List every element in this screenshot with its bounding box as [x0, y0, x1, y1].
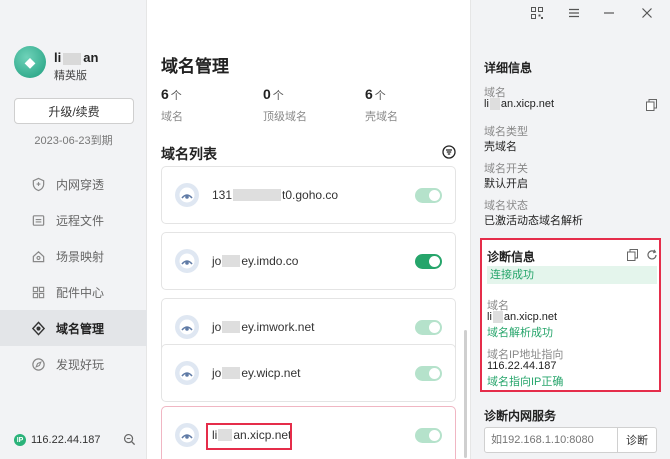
home-icon: [30, 248, 46, 264]
sidebar-item-scene-mapping[interactable]: 场景映射: [0, 238, 147, 274]
detail-switch-value: 默认开启: [484, 178, 528, 190]
domain-globe-icon: [175, 315, 199, 339]
domain-card[interactable]: jo ey.wicp.net: [161, 344, 456, 402]
diagnosis-ip-value: 116.22.44.187: [487, 360, 557, 372]
redaction-mask: [492, 311, 503, 323]
close-icon[interactable]: [641, 7, 653, 22]
logo-glyph: ◆: [24, 53, 36, 70]
intranet-address-input[interactable]: [484, 427, 618, 453]
search-zoom-icon[interactable]: [123, 433, 136, 449]
refresh-icon[interactable]: [646, 249, 658, 264]
expire-date: 2023-06-23到期: [34, 135, 113, 147]
app-logo: ◆: [14, 46, 46, 78]
redaction-mask: [63, 52, 82, 65]
public-ip-value: 116.22.44.187: [31, 434, 101, 446]
filter-icon[interactable]: [442, 145, 456, 162]
domain-name: 131 t0.goho.co: [212, 188, 339, 202]
domain-card[interactable]: 131 t0.goho.co: [161, 166, 456, 224]
copy-icon[interactable]: [646, 99, 657, 114]
copy-icon[interactable]: [627, 249, 638, 264]
domain-name: jo ey.imdo.co: [212, 254, 299, 268]
domain-globe-icon: [175, 423, 199, 447]
domain-list-title: 域名列表: [161, 146, 217, 162]
detail-title: 详细信息: [484, 61, 533, 75]
annotation-highlight-box: [206, 423, 292, 450]
sidebar-nav: 内网穿透 远程文件 场景映射 配件中心 域名管理 发现好玩: [0, 166, 147, 382]
domain-toggle[interactable]: [415, 254, 442, 269]
redaction-mask: [222, 367, 241, 379]
diagnosis-title: 诊断信息: [487, 250, 536, 264]
redaction-mask: [489, 98, 500, 110]
redaction-mask: [233, 189, 282, 201]
detail-status-value: 已激活动态域名解析: [484, 215, 583, 227]
detail-type-value: 壳域名: [484, 141, 517, 153]
detail-type-label: 域名类型: [484, 126, 528, 138]
compass-icon: [30, 356, 46, 372]
grid-icon: [30, 284, 46, 300]
sidebar: ◆ li an 精英版 升级/续费 2023-06-23到期 内网穿透 远程文件 …: [0, 0, 147, 459]
domain-management-panel: 域名管理 6个 域名 0个 顶级域名 6个 壳域名 域名列表 131 t0.goh…: [147, 0, 470, 459]
ip-badge: IP: [14, 434, 26, 446]
sidebar-item-intranet[interactable]: 内网穿透: [0, 166, 147, 202]
qr-code-icon[interactable]: [531, 7, 543, 22]
stat-domains: 6个 域名: [161, 86, 183, 123]
page-title: 域名管理: [161, 57, 229, 76]
minimize-icon[interactable]: [603, 7, 615, 22]
intranet-diagnosis-title: 诊断内网服务: [484, 409, 557, 423]
sidebar-item-discover[interactable]: 发现好玩: [0, 346, 147, 382]
diagnosis-domain-value: li an.xicp.net: [487, 311, 558, 323]
domain-toggle[interactable]: [415, 366, 442, 381]
menu-icon[interactable]: [568, 7, 580, 22]
public-ip: IP 116.22.44.187: [14, 434, 101, 446]
domain-name: jo ey.imwork.net: [212, 320, 315, 334]
resolve-success: 域名解析成功: [487, 327, 553, 339]
sidebar-item-remote-files[interactable]: 远程文件: [0, 202, 147, 238]
domain-toggle[interactable]: [415, 320, 442, 335]
domain-globe-icon: [175, 183, 199, 207]
domain-toggle[interactable]: [415, 428, 442, 443]
username: li an: [54, 50, 99, 65]
edition-label: 精英版: [54, 70, 87, 82]
detail-switch-label: 域名开关: [484, 163, 528, 175]
redaction-mask: [222, 321, 241, 333]
detail-domain-value: li an.xicp.net: [484, 98, 555, 110]
file-icon: [30, 212, 46, 228]
diagnosis-section: 诊断信息 连接成功 域名 li an.xicp.net 域名解析成功 域名IP地址…: [480, 238, 661, 392]
detail-panel: 详细信息 域名 li an.xicp.net 域名类型 壳域名 域名开关 默认开启…: [470, 0, 670, 459]
domain-toggle[interactable]: [415, 188, 442, 203]
domain-name: jo ey.wicp.net: [212, 366, 301, 380]
stat-top-level-domains: 0个 顶级域名: [263, 86, 307, 123]
redaction-mask: [222, 255, 241, 267]
domain-globe-icon: [175, 249, 199, 273]
diagnose-button[interactable]: 诊断: [617, 427, 657, 453]
ip-check-success: 域名指向IP正确: [487, 376, 564, 388]
domain-card[interactable]: jo ey.imdo.co: [161, 232, 456, 290]
connection-status: 连接成功: [487, 266, 657, 284]
scrollbar[interactable]: [464, 330, 467, 458]
domain-icon: [30, 320, 46, 336]
upgrade-button[interactable]: 升级/续费: [14, 98, 134, 124]
detail-status-label: 域名状态: [484, 200, 528, 212]
sidebar-item-domain-management[interactable]: 域名管理: [0, 310, 147, 346]
shield-icon: [30, 176, 46, 192]
domain-globe-icon: [175, 361, 199, 385]
sidebar-item-accessories[interactable]: 配件中心: [0, 274, 147, 310]
stat-shell-domains: 6个 壳域名: [365, 86, 398, 123]
